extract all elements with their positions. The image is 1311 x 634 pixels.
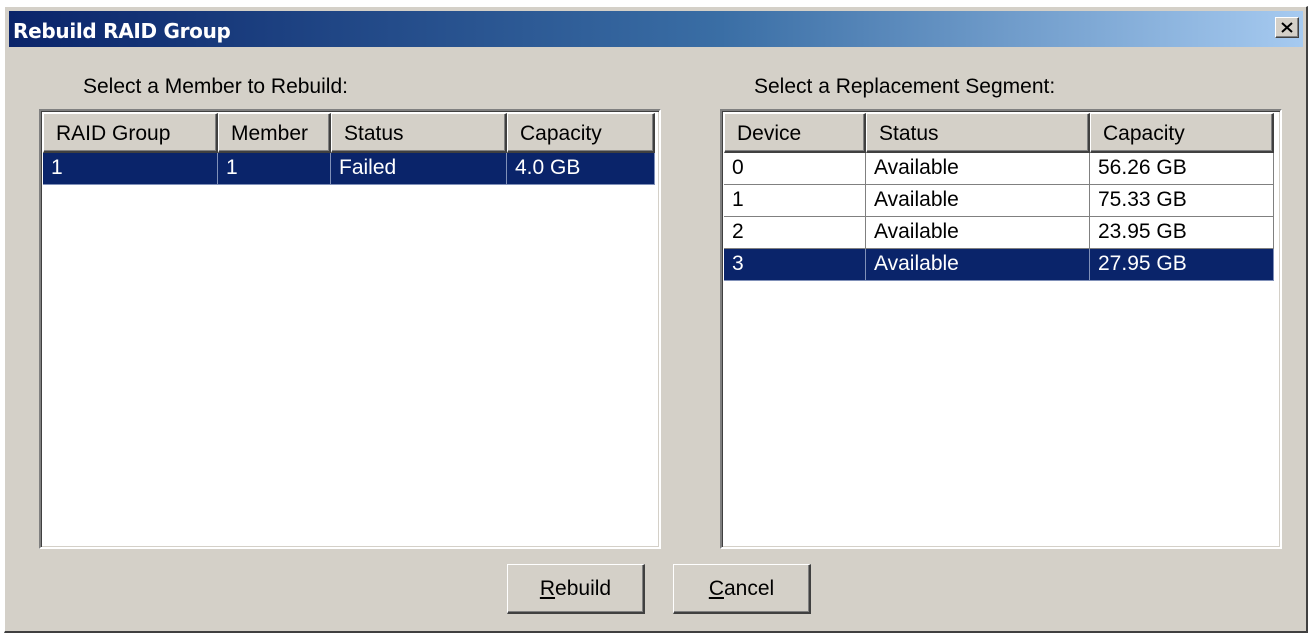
cell-capacity: 75.33 GB	[1090, 185, 1274, 217]
column-header-status[interactable]: Status	[331, 113, 507, 153]
cell-device: 0	[724, 153, 866, 185]
member-panel-label: Select a Member to Rebuild:	[83, 75, 348, 98]
cell-status: Available	[866, 153, 1090, 185]
cell-status: Available	[866, 217, 1090, 249]
rebuild-label: ebuild	[555, 577, 612, 600]
cell-raid-group: 1	[43, 153, 218, 185]
column-header-raid-group[interactable]: RAID Group	[43, 113, 218, 153]
rebuild-raid-group-dialog: Rebuild RAID Group Select a Member to Re…	[4, 6, 1308, 633]
cell-device: 1	[724, 185, 866, 217]
cell-capacity: 27.95 GB	[1090, 249, 1274, 281]
cell-device: 2	[724, 217, 866, 249]
rebuild-mnemonic: R	[539, 577, 556, 600]
cell-capacity: 23.95 GB	[1090, 217, 1274, 249]
column-header-status[interactable]: Status	[866, 113, 1090, 153]
window-title: Rebuild RAID Group	[13, 19, 231, 43]
close-icon	[1281, 22, 1293, 33]
segment-panel-label: Select a Replacement Segment:	[754, 75, 1056, 98]
cell-status: Failed	[331, 153, 507, 185]
cancel-button[interactable]: Cancel	[673, 564, 811, 614]
cell-status: Available	[866, 249, 1090, 281]
cell-capacity: 56.26 GB	[1090, 153, 1274, 185]
cell-capacity: 4.0 GB	[507, 153, 655, 185]
column-header-device[interactable]: Device	[724, 113, 866, 153]
member-table[interactable]: RAID Group Member Status Capacity 1 1 Fa…	[39, 109, 661, 549]
cell-status: Available	[866, 185, 1090, 217]
segment-table[interactable]: Device Status Capacity 0 Available 56.26…	[720, 109, 1282, 549]
cancel-label: ancel	[723, 577, 775, 600]
cell-device: 3	[724, 249, 866, 281]
cancel-mnemonic: C	[708, 577, 724, 600]
column-header-capacity[interactable]: Capacity	[507, 113, 655, 153]
column-header-capacity[interactable]: Capacity	[1090, 113, 1274, 153]
rebuild-button[interactable]: Rebuild	[507, 564, 645, 614]
cell-member: 1	[218, 153, 331, 185]
column-header-member[interactable]: Member	[218, 113, 331, 153]
close-button[interactable]	[1275, 17, 1299, 38]
title-bar[interactable]: Rebuild RAID Group	[9, 11, 1303, 47]
